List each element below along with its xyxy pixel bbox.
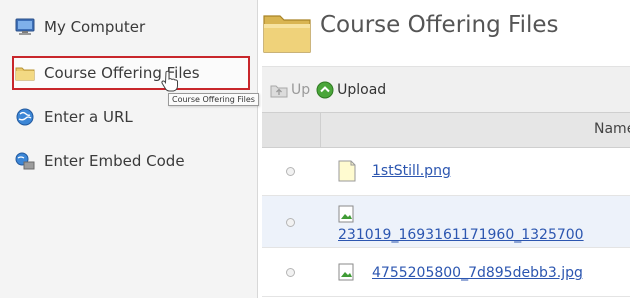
up-folder-icon: [270, 83, 288, 98]
row-radio[interactable]: [286, 167, 295, 176]
sidebar-item-enter-url[interactable]: Enter a URL: [14, 103, 250, 131]
up-label: Up: [291, 82, 311, 98]
main-panel: Course Offering Files Up Upload Nam 1stS…: [258, 0, 630, 298]
sidebar-item-course-offering-files[interactable]: Course Offering Files: [14, 59, 250, 87]
large-folder-icon: [262, 10, 312, 58]
row-radio[interactable]: [286, 268, 295, 277]
embed-code-icon: [14, 152, 36, 170]
row-radio[interactable]: [286, 218, 295, 227]
table-row[interactable]: 231019_1693161171960_1325700: [262, 196, 630, 248]
file-link[interactable]: 1stStill.png: [372, 163, 451, 179]
upload-icon: [316, 81, 334, 99]
sidebar-item-label: Enter Embed Code: [44, 152, 185, 170]
tooltip: Course Offering Files: [168, 93, 259, 106]
up-button[interactable]: Up: [270, 82, 310, 98]
upload-button[interactable]: Upload: [316, 81, 386, 99]
page-title: Course Offering Files: [320, 12, 559, 38]
computer-icon: [14, 18, 36, 36]
image-file-icon: [338, 205, 354, 227]
sidebar: My Computer Course Offering Files Enter …: [0, 0, 259, 298]
select-column-header: [262, 113, 321, 147]
sidebar-item-enter-embed-code[interactable]: Enter Embed Code: [14, 147, 250, 175]
folder-icon: [14, 64, 36, 82]
file-icon: [338, 160, 356, 186]
sidebar-item-my-computer[interactable]: My Computer: [14, 13, 250, 41]
image-file-icon: [338, 263, 354, 285]
sidebar-item-label: Enter a URL: [44, 108, 133, 126]
file-table-header: Name: [262, 112, 630, 148]
globe-icon: [14, 108, 36, 126]
upload-label: Upload: [337, 82, 387, 98]
name-column-header[interactable]: Name: [594, 121, 630, 137]
file-link[interactable]: 4755205800_7d895debb3.jpg: [372, 265, 583, 281]
sidebar-item-label: My Computer: [44, 18, 146, 36]
table-row[interactable]: 1stStill.png: [262, 147, 630, 196]
toolbar: Up Upload: [262, 66, 630, 113]
file-link[interactable]: 231019_1693161171960_1325700: [338, 227, 584, 243]
table-row[interactable]: 4755205800_7d895debb3.jpg: [262, 248, 630, 297]
